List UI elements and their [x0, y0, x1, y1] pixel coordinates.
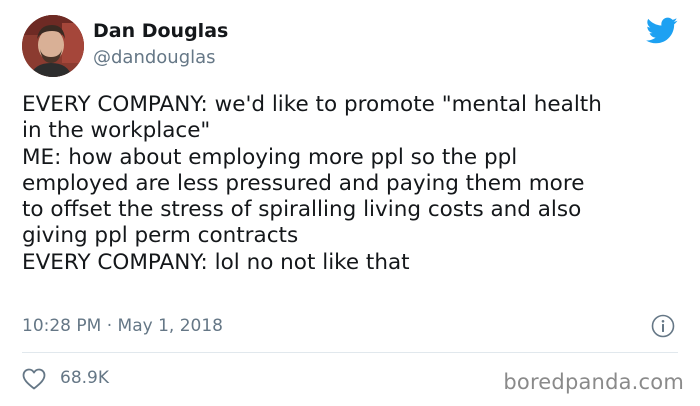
- avatar-photo: [22, 15, 84, 77]
- tweet-line: EVERY COMPANY: we'd like to promote "men…: [22, 92, 602, 117]
- like-count: 68.9K: [60, 368, 109, 388]
- tweet-line: ME: how about employing more ppl so the …: [22, 144, 518, 170]
- tweet-timestamp[interactable]: 10:28 PM · May 1, 2018: [22, 316, 223, 336]
- avatar[interactable]: [22, 15, 84, 77]
- divider: [22, 352, 678, 353]
- tweet-line: EVERY COMPANY: lol no not like that: [22, 249, 410, 275]
- heart-icon[interactable]: [22, 368, 46, 390]
- tweet-line: in the workplace": [22, 118, 211, 144]
- tweet-text: EVERY COMPANY: we'd like to promote "men…: [22, 92, 687, 276]
- info-icon[interactable]: [651, 314, 675, 338]
- author-handle[interactable]: @dandouglas: [93, 47, 216, 68]
- twitter-bird-icon[interactable]: [646, 17, 678, 45]
- tweet-line: to offset the stress of spiralling livin…: [22, 197, 582, 223]
- watermark: boredpanda.com: [503, 370, 684, 394]
- author-display-name[interactable]: Dan Douglas: [93, 20, 228, 42]
- tweet-line: employed are less pressured and paying t…: [22, 170, 585, 196]
- tweet-line: giving ppl perm contracts: [22, 223, 299, 249]
